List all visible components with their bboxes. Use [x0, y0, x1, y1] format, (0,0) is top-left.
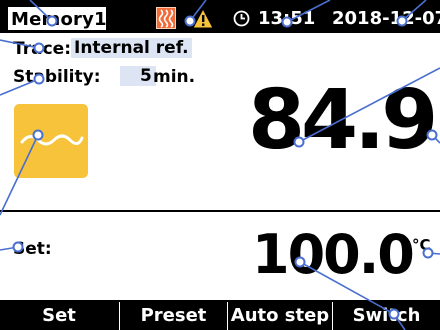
control-mode-tile[interactable]	[14, 104, 88, 178]
softkey-set[interactable]: Set	[0, 300, 118, 330]
trace-value[interactable]: Internal ref.	[71, 38, 192, 58]
trace-label: Trace:	[13, 39, 71, 59]
actual-unit: °C	[412, 116, 431, 134]
clock-date: 2018-12-07	[332, 8, 440, 29]
softkey-auto-step[interactable]: Auto step	[228, 300, 332, 330]
actual-temperature: 84.9	[248, 73, 438, 168]
setpoint-value[interactable]: 100.0	[252, 228, 415, 282]
heater-icon	[156, 7, 176, 29]
set-label: Set:	[13, 239, 52, 259]
wave-icon	[20, 134, 84, 146]
warning-icon	[192, 7, 214, 33]
clock-time: 13:51	[258, 8, 316, 29]
clock-icon	[233, 10, 250, 31]
stability-value[interactable]: 5	[120, 66, 156, 86]
stability-unit: min.	[153, 67, 196, 87]
softkey-preset[interactable]: Preset	[120, 300, 227, 330]
stability-label: Stability:	[13, 67, 101, 87]
setpoint-unit: °C	[412, 236, 431, 254]
softkey-switch[interactable]: Switch	[333, 300, 440, 330]
divider	[0, 210, 440, 212]
memory-title: Memory1	[11, 9, 107, 30]
